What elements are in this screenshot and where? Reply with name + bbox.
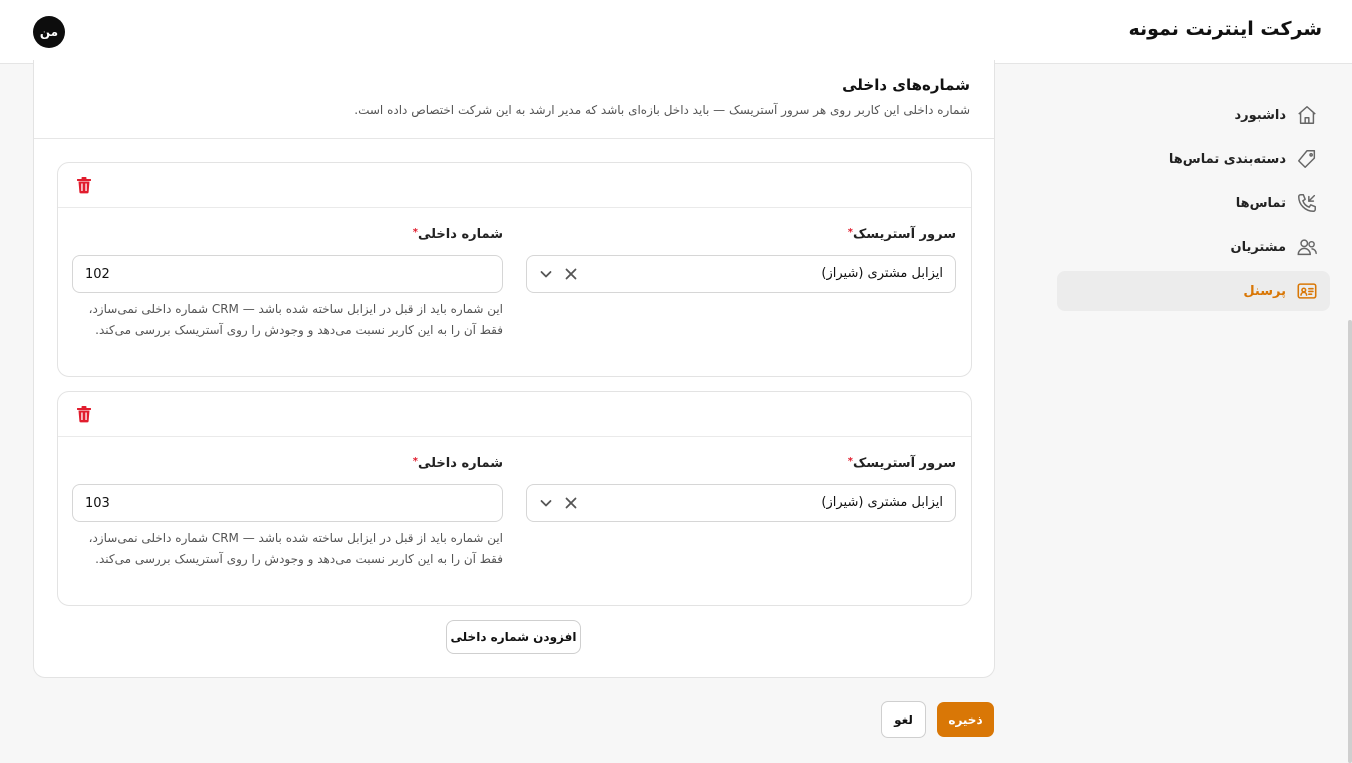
- tag-icon: [1294, 146, 1320, 172]
- sidebar-item-label: دسته‌بندی تماس‌ها: [1168, 151, 1286, 167]
- chevron-down-icon[interactable]: [539, 265, 553, 283]
- extension-card: سرور آستریسک* شماره داخلی* ایزابل مشتری …: [57, 391, 972, 606]
- trash-icon[interactable]: [76, 405, 92, 423]
- extension-number-input[interactable]: [72, 255, 503, 293]
- extension-card-header: [58, 392, 971, 437]
- id-card-icon: [1294, 278, 1320, 304]
- server-select-value: ایزابل مشتری (شیراز): [821, 495, 943, 510]
- top-bar: شرکت اینترنت نمونه من: [0, 0, 1352, 64]
- extension-label-text: شماره داخلی: [417, 227, 503, 242]
- chevron-down-icon[interactable]: [539, 494, 553, 512]
- home-icon: [1294, 102, 1320, 128]
- extension-card: سرور آستریسک* شماره داخلی* ایزابل مشتری …: [57, 162, 972, 377]
- scrollbar[interactable]: [1348, 320, 1352, 763]
- extension-number-input[interactable]: [72, 484, 503, 522]
- clear-icon[interactable]: [564, 265, 578, 283]
- sidebar-item-customers[interactable]: مشتریان: [1057, 227, 1330, 267]
- cancel-button[interactable]: لغو: [881, 701, 926, 738]
- sidebar-item-calls[interactable]: تماس‌ها: [1057, 183, 1330, 223]
- section-header: شماره‌های داخلی شماره داخلی این کاربر رو…: [34, 60, 994, 139]
- server-label-text: سرور آستریسک: [852, 227, 956, 242]
- sidebar-item-call-categories[interactable]: دسته‌بندی تماس‌ها: [1057, 139, 1330, 179]
- sidebar-item-personnel[interactable]: پرسنل: [1057, 271, 1330, 311]
- sidebar: داشبورد دسته‌بندی تماس‌ها تماس‌ها مشتریا…: [1057, 95, 1330, 315]
- section-description: شماره داخلی این کاربر روی هر سرور آستریس…: [354, 103, 970, 117]
- server-select-value: ایزابل مشتری (شیراز): [821, 266, 943, 281]
- extension-label-text: شماره داخلی: [417, 456, 503, 471]
- clear-icon[interactable]: [564, 494, 578, 512]
- sidebar-item-label: مشتریان: [1230, 239, 1286, 255]
- users-icon: [1294, 234, 1320, 260]
- sidebar-item-label: داشبورد: [1234, 107, 1286, 123]
- server-label: سرور آستریسک*: [848, 227, 956, 242]
- add-extension-button[interactable]: افزودن شماره داخلی: [446, 620, 581, 654]
- phone-incoming-icon: [1294, 190, 1320, 216]
- save-button[interactable]: ذخیره: [937, 702, 994, 737]
- trash-icon[interactable]: [76, 176, 92, 194]
- extension-label: شماره داخلی*: [413, 227, 503, 242]
- server-label-text: سرور آستریسک: [852, 456, 956, 471]
- extension-card-header: [58, 163, 971, 208]
- avatar[interactable]: من: [33, 16, 65, 48]
- server-label: سرور آستریسک*: [848, 456, 956, 471]
- server-select[interactable]: ایزابل مشتری (شیراز): [526, 484, 956, 522]
- extension-label: شماره داخلی*: [413, 456, 503, 471]
- extension-hint: این شماره باید از قبل در ایزابل ساخته شد…: [88, 302, 503, 337]
- extensions-section: شماره‌های داخلی شماره داخلی این کاربر رو…: [33, 60, 995, 678]
- sidebar-item-label: تماس‌ها: [1235, 195, 1286, 211]
- sidebar-item-dashboard[interactable]: داشبورد: [1057, 95, 1330, 135]
- company-title: شرکت اینترنت نمونه: [1128, 18, 1322, 40]
- sidebar-item-label: پرسنل: [1243, 283, 1286, 299]
- section-title: شماره‌های داخلی: [842, 76, 970, 94]
- extension-hint: این شماره باید از قبل در ایزابل ساخته شد…: [88, 531, 503, 566]
- server-select[interactable]: ایزابل مشتری (شیراز): [526, 255, 956, 293]
